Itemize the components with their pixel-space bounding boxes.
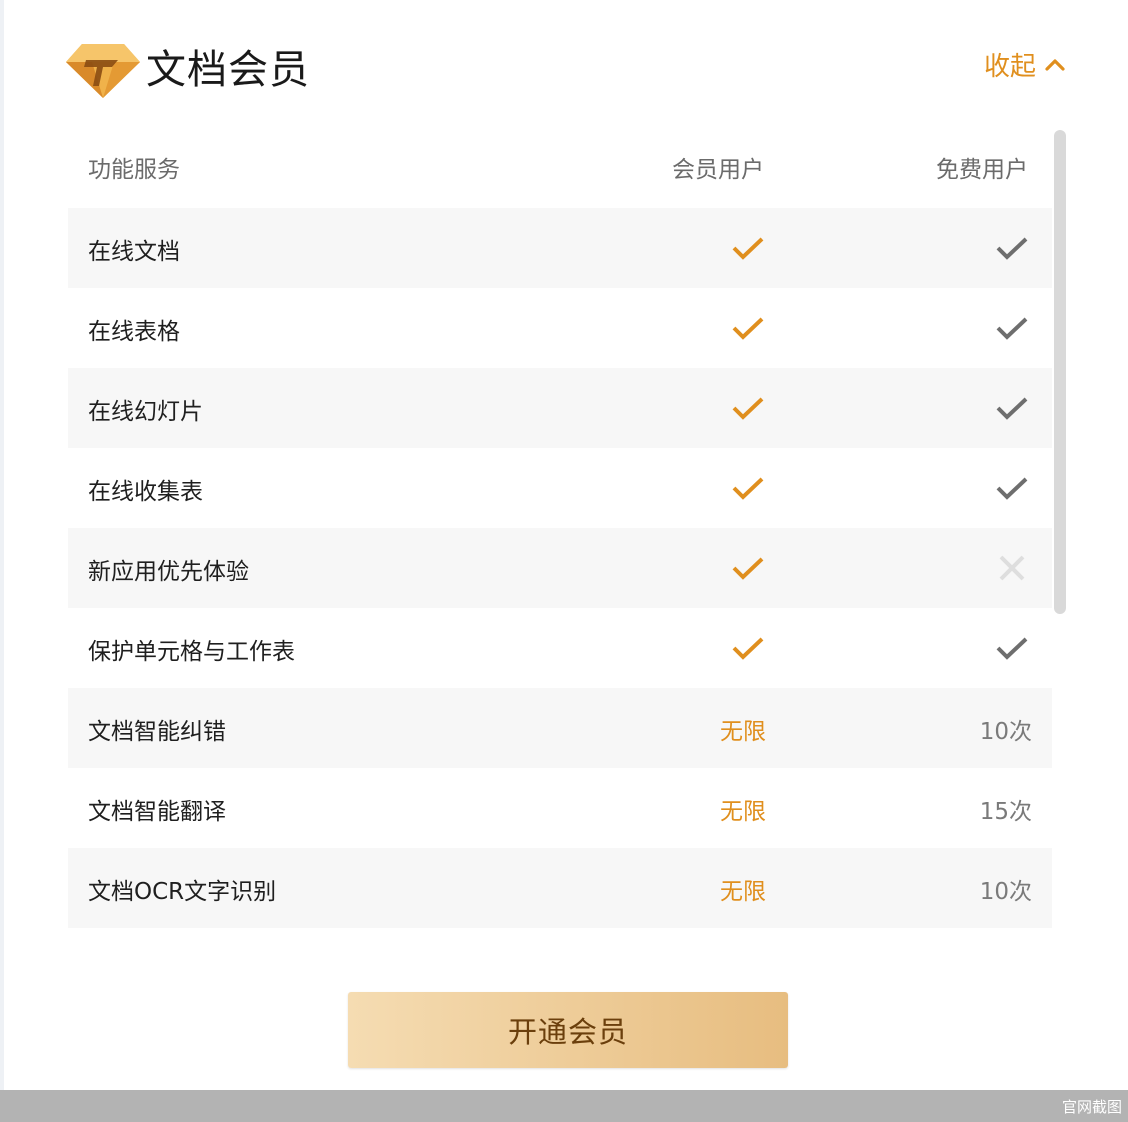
member-quota: 无限 [720,719,766,745]
feature-name: 文档智能翻译 [88,799,226,825]
member-quota: 无限 [720,879,766,905]
table-row: 文档OCR文字识别 无限 10次 [68,848,1052,928]
page-title: 文档会员 [146,47,310,93]
close-icon [992,550,1032,586]
feature-name: 在线文档 [88,239,180,265]
check-icon [992,310,1032,346]
table-header-row: 功能服务 会员用户 免费用户 [68,128,1052,208]
check-icon [728,630,768,666]
diamond-logo-icon [66,42,140,100]
check-icon [728,310,768,346]
membership-panel: 文档会员 收起 功能服务 会员用户 免费用户 在线文档 在线表格 在线幻灯片 在… [4,0,1128,1090]
free-quota: 10次 [979,719,1032,745]
feature-name: 新应用优先体验 [88,559,249,585]
table-row: 在线收集表 [68,448,1052,528]
feature-comparison-table: 功能服务 会员用户 免费用户 在线文档 在线表格 在线幻灯片 在线收集表 新应用… [68,128,1052,928]
feature-name: 保护单元格与工作表 [88,639,295,665]
check-icon [728,550,768,586]
check-icon [992,230,1032,266]
feature-name: 在线幻灯片 [88,399,203,425]
header-feature: 功能服务 [88,157,180,183]
feature-name: 文档OCR文字识别 [88,879,277,905]
check-icon [992,630,1032,666]
check-icon [992,470,1032,506]
free-quota: 15次 [979,799,1032,825]
table-row: 文档智能纠错 无限 10次 [68,688,1052,768]
collapse-button[interactable]: 收起 [984,44,1066,84]
free-quota: 10次 [979,879,1032,905]
footer-bar: 官网截图 [0,1090,1128,1122]
check-icon [992,390,1032,426]
header-member: 会员用户 [672,157,764,183]
check-icon [728,390,768,426]
footer-label: 官网截图 [1061,1098,1122,1116]
collapse-label: 收起 [984,51,1037,82]
chevron-up-icon [1045,59,1065,71]
member-quota: 无限 [720,799,766,825]
table-row: 在线文档 [68,208,1052,288]
scrollbar[interactable] [1054,130,1066,614]
table-row: 新应用优先体验 [68,528,1052,608]
feature-name: 文档智能纠错 [88,719,226,745]
table-row: 在线幻灯片 [68,368,1052,448]
table-row: 保护单元格与工作表 [68,608,1052,688]
check-icon [728,230,768,266]
feature-name: 在线收集表 [88,479,203,505]
table-row: 文档智能翻译 无限 15次 [68,768,1052,848]
check-icon [728,470,768,506]
table-row: 在线表格 [68,288,1052,368]
subscribe-button[interactable]: 开通会员 [348,992,788,1068]
header-free: 免费用户 [936,157,1028,183]
feature-name: 在线表格 [88,319,180,345]
